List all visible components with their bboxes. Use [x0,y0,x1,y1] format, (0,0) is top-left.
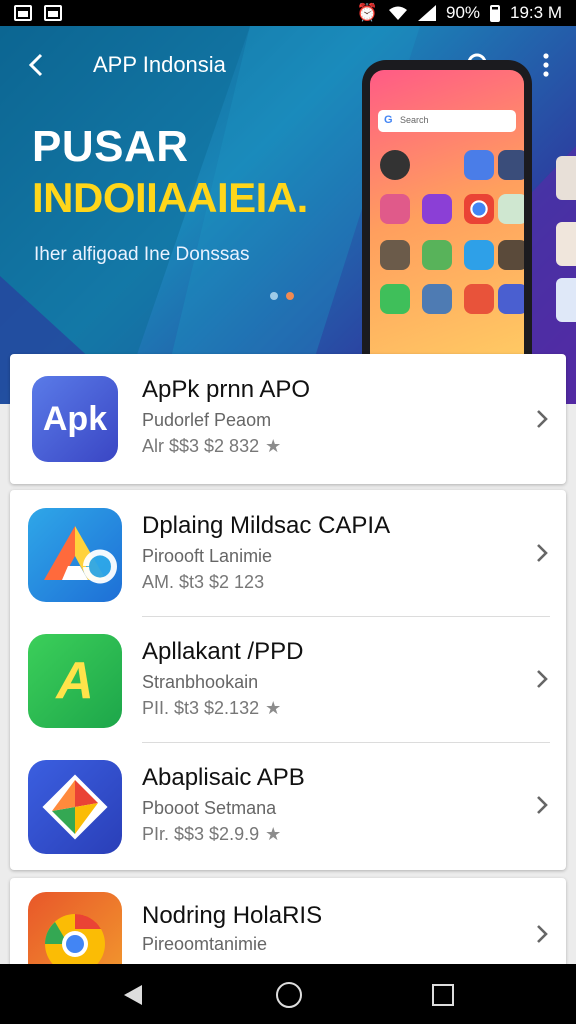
hero-headline-highlight: INDOIIAAIEIA. [32,174,308,221]
system-navigation-bar [0,964,576,1024]
side-photo-card [556,156,576,200]
app-name: ApPk prnn APO [142,376,311,403]
chevron-right-icon[interactable] [534,791,550,819]
app-price-info: PII. $t3 $2.132 [142,698,260,718]
app-price-info: Alr $$3 $2 832 [142,436,260,456]
app-icon-dark [498,150,524,180]
app-name: Dplaing Mildsac CAPIA [142,512,391,539]
apk-icon-label: Apk [32,376,118,462]
avatar-icon [422,284,452,314]
app-icon-indigo [498,284,524,314]
app-publisher: Pireoomtanimie [142,934,268,954]
chevron-right-icon[interactable] [534,665,550,693]
more-options-icon[interactable] [536,52,556,78]
nav-recents-icon[interactable] [432,984,454,1006]
carousel-indicator[interactable] [270,292,294,300]
carousel-dot[interactable] [270,292,278,300]
star-icon: ★ [265,824,282,844]
maps-icon [422,240,452,270]
colorful-diamond-icon [28,760,122,854]
app-icon-red [464,284,494,314]
app-list-item[interactable]: Apk ApPk prnn APO Pudorlef Peaom Alr $$3… [10,354,566,484]
app-name: Abaplisaic APB [142,764,305,791]
phone-search-bar: G Search [378,110,516,132]
hero-banner[interactable]: APP Indonsia PUSAR INDOIIAAIEIA. Iher al… [0,26,576,404]
gallery-notification-icon [14,5,32,21]
app-price-info: PIr. $$3 $2.9.9 [142,824,260,844]
diamond-logo [42,774,108,840]
back-arrow-icon [28,53,43,77]
status-bar: ⏰ 90% 19:3 M [0,0,576,26]
app-icon-blue [464,150,494,180]
google-icon: G [384,114,393,126]
battery-icon [490,4,501,22]
app-meta: PII. $t3 $2.132 ★ [142,698,281,719]
phone-search-text: Search [400,115,429,125]
app-meta: AM. $t3 $2 123 [142,572,264,593]
side-icon-card [556,278,576,322]
app-name: Nodring HolaRIS [142,902,323,929]
signal-icon [417,5,436,21]
star-icon: ★ [265,698,282,718]
chevron-right-icon[interactable] [534,920,550,948]
apk-icon: Apk [28,372,122,466]
app-list-item[interactable]: Dplaing Mildsac CAPIA Piroooft Lanimie A… [10,490,566,616]
app-list-item[interactable]: Abaplisaic APB Pbooot Setmana PIr. $$3 $… [10,742,566,868]
back-button[interactable] [22,50,52,80]
phone-mockup-image: G Search [362,60,532,380]
app-icon-photo [380,150,410,180]
app-icon-lightblue [464,240,494,270]
app-icon-purple [422,194,452,224]
chevron-right-icon[interactable] [534,405,550,433]
image-notification-icon [44,5,62,21]
clock: 19:3 M [510,3,562,22]
nav-back-icon[interactable] [120,982,146,1008]
green-a-icon: A [28,634,122,728]
app-price-info: AM. $t3 $2 123 [142,572,265,592]
phone-screen: G Search [370,70,524,380]
app-list-item[interactable]: A Apllakant /PPD Stranbhookain PII. $t3 … [10,616,566,742]
contact-photo-icon [380,240,410,270]
app-icon-multi [380,194,410,224]
page-title: APP Indonsia [93,52,226,77]
battery-percent: 90% [445,3,481,22]
app-icon-green [498,194,524,224]
wifi-icon [388,6,407,20]
carousel-dot-active[interactable] [286,292,294,300]
app-publisher: Stranbhookain [142,672,259,692]
hero-headline: PUSAR [32,122,189,171]
app-publisher: Pbooot Setmana [142,798,277,818]
app-publisher: Piroooft Lanimie [142,546,273,566]
chrome-icon [464,194,494,224]
drive-logo [44,526,117,584]
app-meta: Alr $$3 $2 832 ★ [142,436,281,457]
featured-app-card[interactable]: Apk ApPk prnn APO Pudorlef Peaom Alr $$3… [10,354,566,484]
star-icon: ★ [265,436,282,456]
app-screen: ⏰ 90% 19:3 M APP Indonsia PUSAR INDOIIAA… [0,0,576,1024]
nav-home-icon[interactable] [276,982,302,1008]
app-meta: PIr. $$3 $2.9.9 ★ [142,824,281,845]
hero-tagline: Iher alfigoad Ine Donssas [34,244,250,265]
app-icon-person [498,240,524,270]
app-name: Apllakant /PPD [142,638,304,665]
alarm-icon: ⏰ [356,3,378,22]
chevron-right-icon[interactable] [534,539,550,567]
side-photo-card [556,222,576,266]
app-publisher: Pudorlef Peaom [142,410,272,430]
drive-icon [28,508,122,602]
green-a-icon-label: A [56,652,94,710]
phone-icon [380,284,410,314]
app-list-card: Dplaing Mildsac CAPIA Piroooft Lanimie A… [10,490,566,870]
